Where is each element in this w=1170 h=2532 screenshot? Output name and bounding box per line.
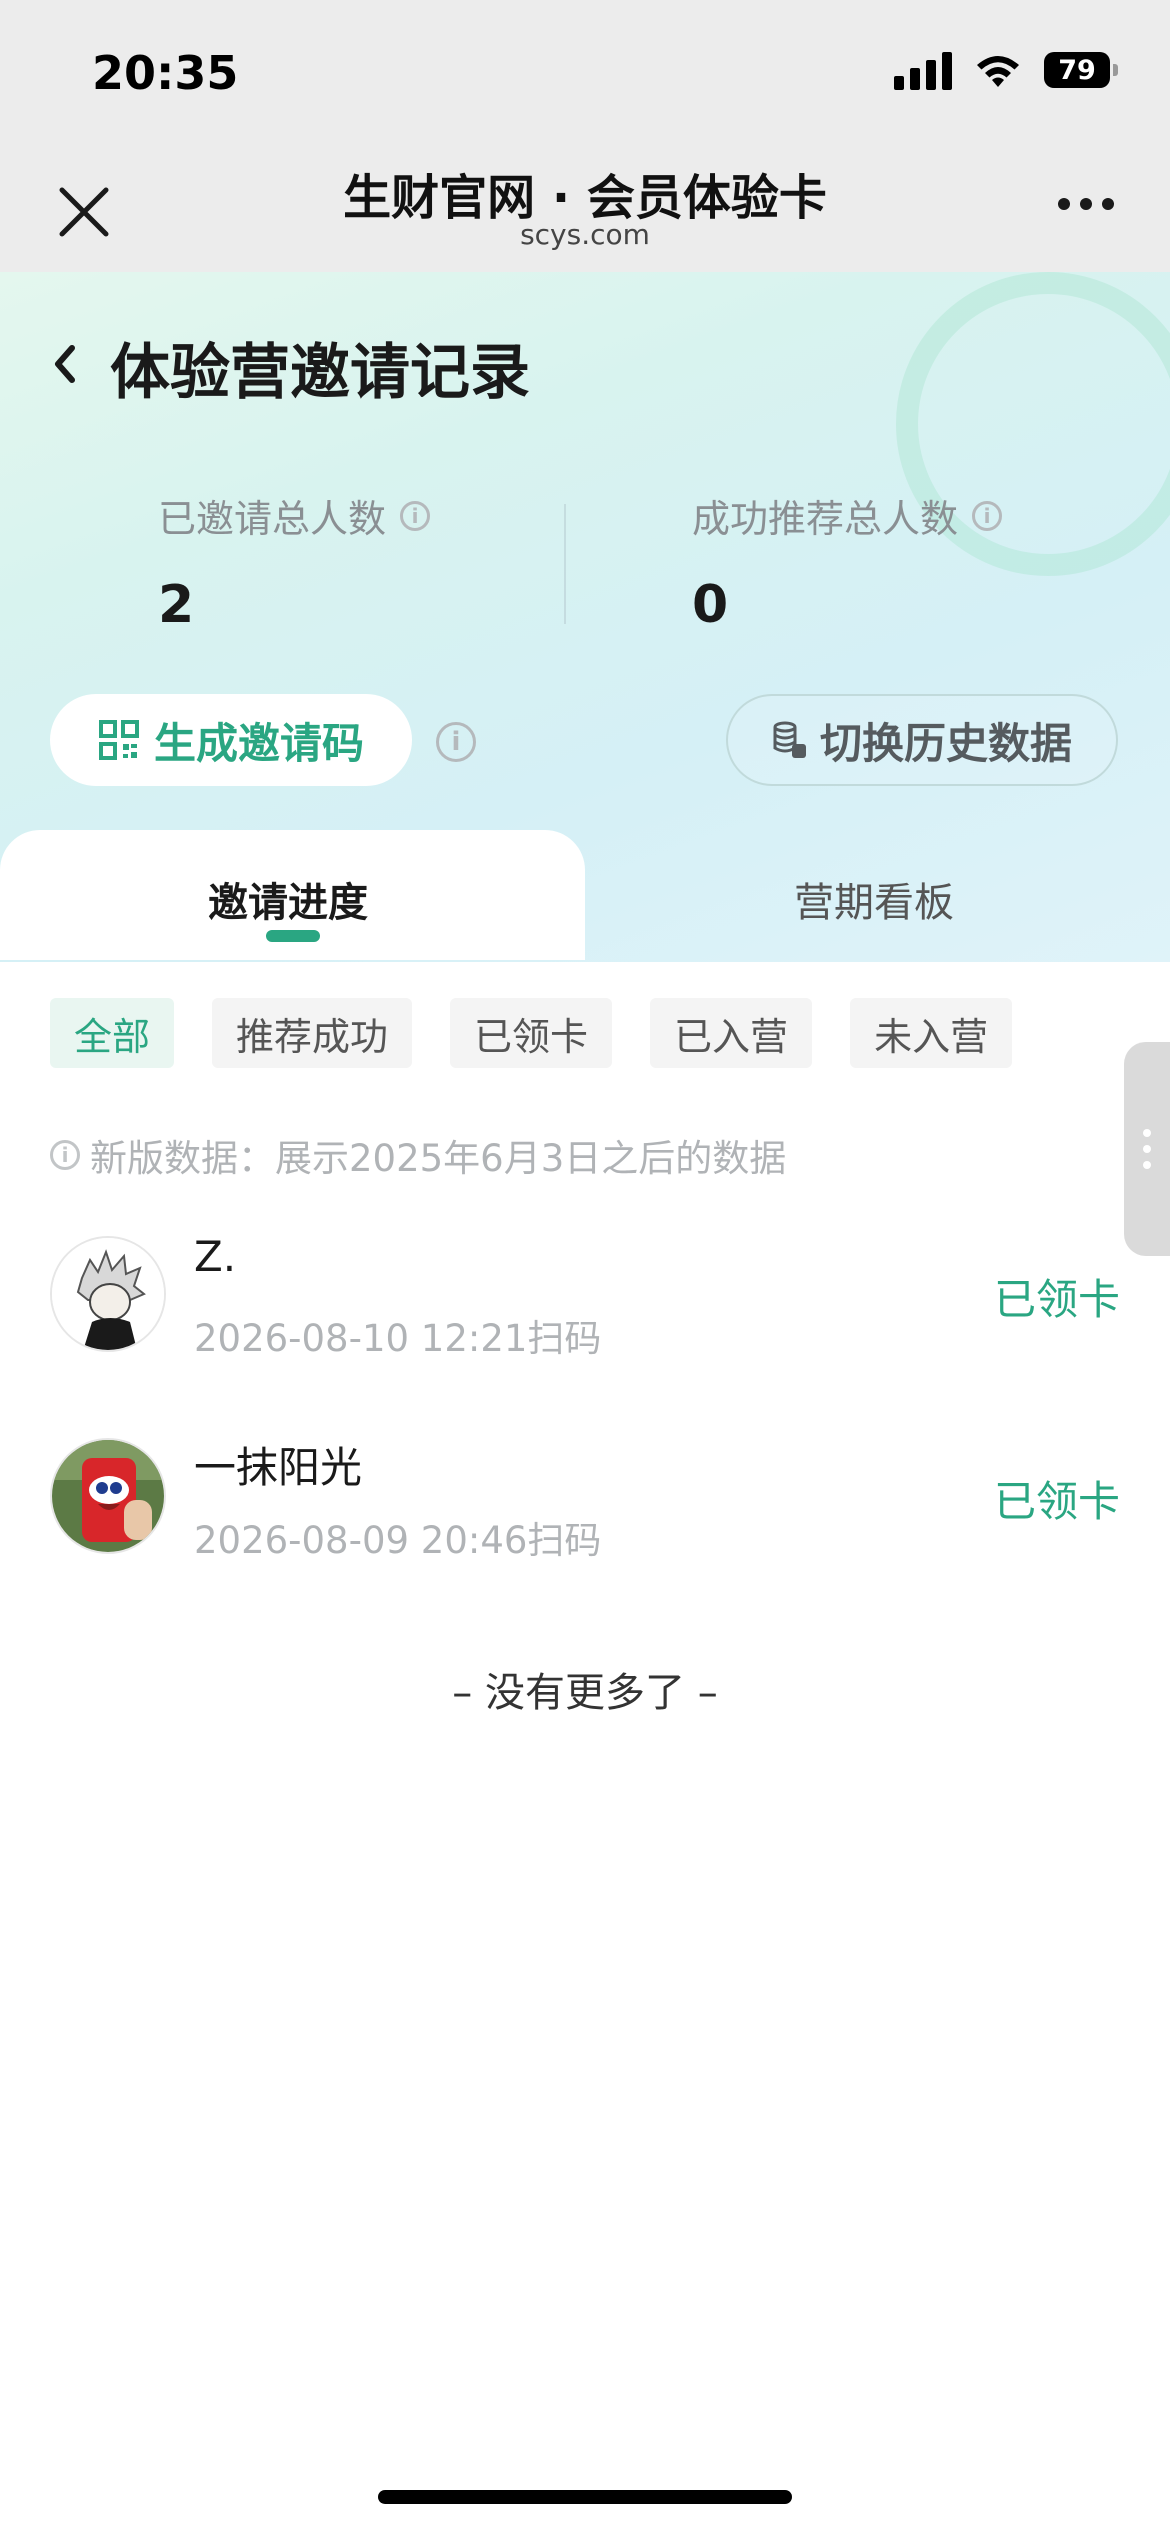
stat-success-total: 成功推荐总人数 i 0 (692, 488, 1003, 635)
status-badge: 已领卡 (993, 1275, 1120, 1324)
invitee-name: Z. (194, 1232, 237, 1281)
status-time: 20:35 (92, 46, 239, 100)
invitee-scan-time: 2026-08-10 12:21扫码 (194, 1317, 602, 1360)
filter-chip-joined[interactable]: 已入营 (650, 998, 813, 1068)
tab-camp-board[interactable]: 营期看板 (794, 870, 954, 928)
tab-active-indicator (266, 930, 320, 942)
filter-chip-not-joined[interactable]: 未入营 (850, 998, 1013, 1068)
list-item[interactable]: Z. 2026-08-10 12:21扫码 已领卡 (50, 1232, 1120, 1360)
filter-chip-recommended[interactable]: 推荐成功 (212, 998, 413, 1068)
info-icon[interactable]: i (400, 500, 431, 531)
invitee-scan-time: 2026-08-09 20:46扫码 (194, 1519, 602, 1562)
invite-info[interactable]: i (436, 722, 476, 762)
tab-bar: 邀请进度 营期看板 (0, 830, 1170, 960)
info-icon: i (50, 1140, 80, 1170)
switch-history-data-label: 切换历史数据 (819, 718, 1072, 768)
avatar (50, 1236, 166, 1352)
stat-label: 成功推荐总人数 (692, 497, 959, 541)
status-icons: 79 (894, 50, 1118, 90)
status-badge: 已领卡 (993, 1477, 1120, 1526)
qr-code-icon (98, 720, 139, 760)
home-indicator[interactable] (378, 2490, 792, 2504)
browser-header: 生财官网 · 会员体验卡 scys.com (0, 140, 1170, 272)
filter-chips: 全部 推荐成功 已领卡 已入营 未入营 (50, 998, 1013, 1068)
browser-url: scys.com (520, 218, 650, 251)
info-icon[interactable]: i (436, 722, 476, 762)
avatar (50, 1438, 166, 1554)
database-icon (773, 721, 806, 758)
page-title: 体验营邀请记录 (110, 338, 530, 408)
stat-divider (564, 504, 566, 624)
cellular-signal-icon (894, 50, 952, 90)
status-bar: 20:35 79 (0, 0, 1170, 140)
data-notice: i 新版数据：展示2025年6月3日之后的数据 (50, 1128, 786, 1182)
generate-invite-code-button[interactable]: 生成邀请码 (50, 694, 412, 786)
more-options-icon[interactable] (1058, 198, 1114, 210)
list-item[interactable]: 一抹阳光 2026-08-09 20:46扫码 已领卡 (50, 1438, 1120, 1562)
filter-chip-card-claimed[interactable]: 已领卡 (450, 998, 613, 1068)
invitee-name: 一抹阳光 (194, 1443, 363, 1492)
side-drawer-handle[interactable] (1124, 1042, 1170, 1256)
data-notice-text: 新版数据：展示2025年6月3日之后的数据 (90, 1137, 787, 1180)
filter-chip-all[interactable]: 全部 (50, 998, 175, 1068)
stat-value: 2 (158, 575, 195, 635)
stat-label: 已邀请总人数 (158, 497, 387, 541)
battery-icon: 79 (1044, 52, 1118, 88)
switch-history-data-button[interactable]: 切换历史数据 (726, 694, 1118, 786)
stat-invited-total: 已邀请总人数 i 2 (158, 488, 431, 635)
stat-value: 0 (692, 575, 729, 635)
list-end-text: – 没有更多了 – (452, 1670, 718, 1716)
tab-active-background-slope (540, 830, 585, 960)
tab-invite-progress[interactable]: 邀请进度 (208, 870, 368, 928)
back-icon[interactable] (46, 334, 82, 394)
generate-invite-code-label: 生成邀请码 (153, 718, 364, 768)
wifi-icon (977, 56, 1019, 87)
info-icon[interactable]: i (972, 500, 1003, 531)
